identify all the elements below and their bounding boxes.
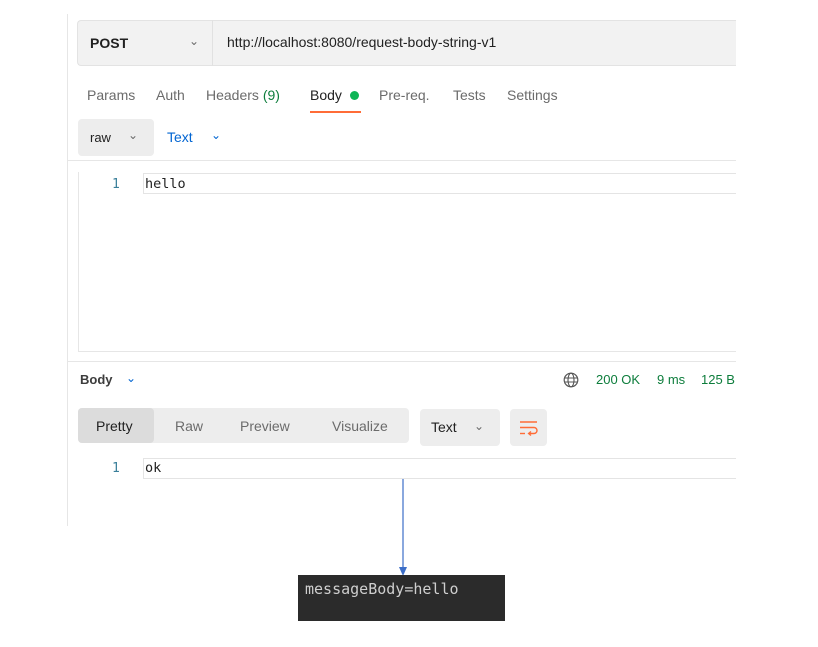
panel-left-border [67,14,68,526]
response-size[interactable]: 125 B [701,372,735,387]
tab-headers[interactable]: Headers (9) [206,87,280,103]
chevron-down-icon: ⌄ [211,128,222,142]
chevron-down-icon: ⌄ [189,34,200,48]
tab-tests[interactable]: Tests [453,87,486,103]
body-mode-label: raw [90,130,111,145]
editor-line-number: 1 [112,177,120,192]
url-input[interactable]: http://localhost:8080/request-body-strin… [227,34,496,50]
response-format-label: Text [431,419,457,435]
divider [68,361,736,362]
tab-headers-label: Headers [206,87,259,103]
view-preview[interactable]: Preview [240,418,290,434]
wrap-lines-icon [520,421,538,437]
request-body-editor[interactable] [78,172,736,352]
editor-code-line[interactable]: hello [145,176,186,192]
view-visualize[interactable]: Visualize [332,418,388,434]
annotation-arrow [399,479,407,576]
headers-count: (9) [262,87,280,103]
wrap-lines-button[interactable] [510,409,547,446]
response-time[interactable]: 9 ms [657,372,685,387]
chevron-down-icon: ⌄ [474,419,485,433]
chevron-down-icon: ⌄ [126,371,137,385]
active-tab-underline [310,111,361,113]
tab-params[interactable]: Params [87,87,135,103]
tab-prereq[interactable]: Pre-req. [379,87,430,103]
console-output-text: messageBody=hello [305,580,459,598]
view-raw[interactable]: Raw [175,418,203,434]
tab-body[interactable]: Body [310,87,342,103]
view-pretty[interactable]: Pretty [96,418,133,434]
editor-active-line [143,173,736,194]
globe-icon[interactable] [563,372,579,388]
response-line-number: 1 [112,461,120,476]
response-active-line [143,458,736,479]
body-format-select[interactable]: Text [167,129,193,145]
response-code-line[interactable]: ok [145,460,161,476]
divider [68,160,736,161]
tab-auth[interactable]: Auth [156,87,185,103]
status-code[interactable]: 200 OK [596,372,640,387]
tab-settings[interactable]: Settings [507,87,558,103]
method-label: POST [90,35,129,51]
response-body-dropdown[interactable]: Body [80,372,113,387]
method-select[interactable]: POST ⌄ [77,20,213,66]
body-modified-dot-icon [350,91,359,100]
chevron-down-icon: ⌄ [128,128,139,142]
